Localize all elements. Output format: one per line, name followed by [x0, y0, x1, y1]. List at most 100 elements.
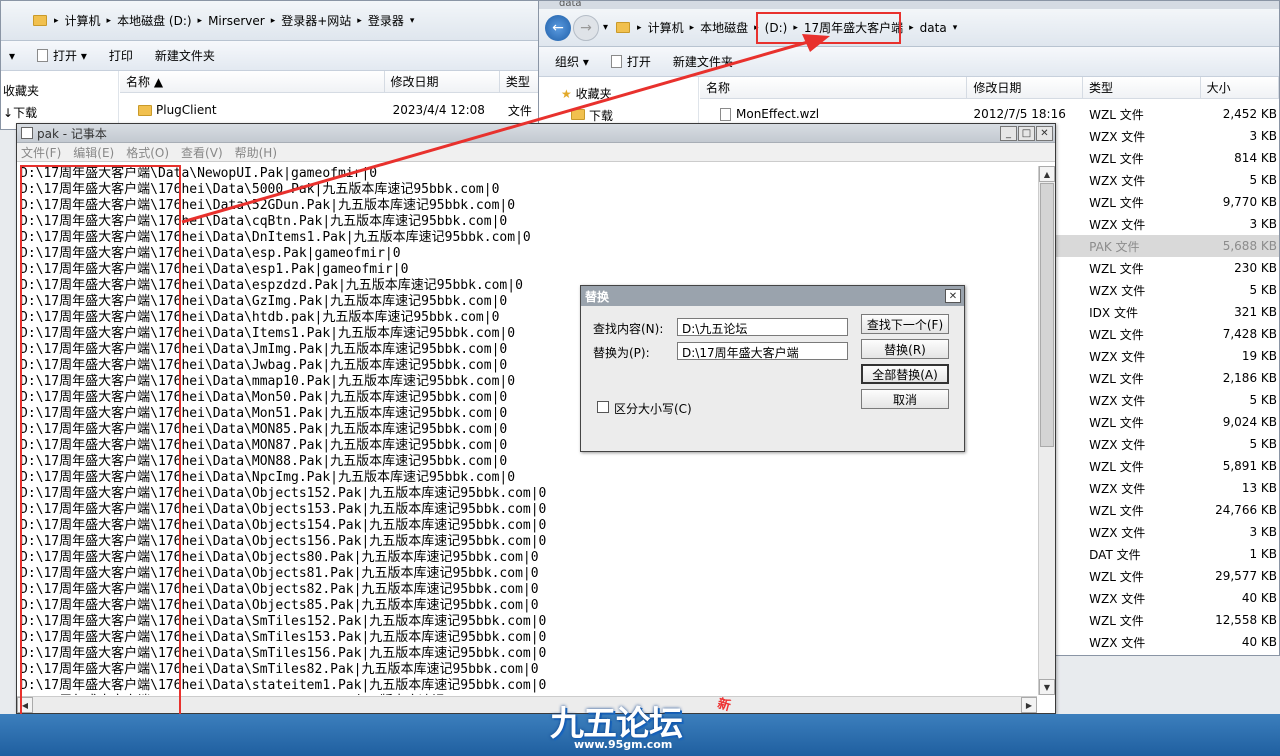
scroll-right-icon[interactable]: ▶	[1021, 697, 1037, 713]
nav-item-favorites[interactable]: 收藏夹	[1, 80, 118, 102]
col-date[interactable]: 修改日期	[967, 77, 1083, 98]
scroll-up-icon[interactable]: ▲	[1039, 166, 1055, 182]
cancel-button[interactable]: 取消	[861, 389, 949, 409]
dropdown-arrow-icon[interactable]: ▾	[9, 49, 15, 63]
file-type: WZX 文件	[1089, 129, 1146, 144]
replace-label: 替换为(P):	[593, 346, 650, 360]
file-size: 2,186 KB	[1222, 371, 1277, 385]
print-button[interactable]: 打印	[109, 47, 133, 64]
breadcrumb-separator-icon[interactable]: ▸	[54, 16, 59, 26]
breadcrumb-separator-icon[interactable]: ▸	[271, 16, 276, 26]
breadcrumb-separator-icon[interactable]: ▸	[357, 16, 362, 26]
find-input[interactable]: D:\九五论坛	[677, 318, 848, 336]
close-button[interactable]: ✕	[1036, 125, 1053, 141]
file-type: IDX 文件	[1089, 305, 1138, 320]
folder-icon	[33, 15, 47, 26]
menu-format[interactable]: 格式(O)	[126, 144, 169, 161]
file-size: 5 KB	[1249, 173, 1277, 187]
scroll-thumb[interactable]	[1040, 183, 1054, 447]
file-type: WZL 文件	[1089, 371, 1144, 386]
file-size: 12,558 KB	[1215, 613, 1277, 627]
breadcrumb-item[interactable]: 本地磁盘	[700, 19, 748, 36]
file-size: 3 KB	[1249, 129, 1277, 143]
file-icon	[37, 49, 49, 62]
maximize-button[interactable]: □	[1018, 125, 1035, 141]
nav-item-downloads[interactable]: ↓下载	[1, 102, 118, 124]
open-button[interactable]: 打开 ▾	[37, 47, 87, 64]
breadcrumb[interactable]: ▸ 计算机 ▸ 本地磁盘 (D:) ▸ Mirserver ▸ 登录器+网站 ▸ 登录器 ▾	[51, 12, 417, 29]
menu-help[interactable]: 帮助(H)	[235, 144, 277, 161]
close-button[interactable]: ✕	[945, 289, 961, 303]
col-name[interactable]: 名称 ▲	[120, 71, 385, 92]
col-name[interactable]: 名称	[700, 77, 968, 98]
file-size: 9,770 KB	[1222, 195, 1277, 209]
breadcrumb-separator-icon[interactable]: ▸	[198, 16, 203, 26]
file-icon	[720, 107, 731, 121]
file-type: WZX 文件	[1089, 437, 1146, 452]
breadcrumb-item[interactable]: 计算机	[648, 19, 684, 36]
menu-view[interactable]: 查看(V)	[181, 144, 223, 161]
forward-button[interactable]: →	[573, 14, 599, 41]
vertical-scrollbar[interactable]: ▲ ▼	[1038, 166, 1055, 695]
breadcrumb-item[interactable]: 计算机	[65, 12, 101, 29]
back-button[interactable]: ←	[545, 14, 571, 41]
breadcrumb-item[interactable]: data	[920, 21, 947, 35]
menu-file[interactable]: 文件(F)	[21, 144, 61, 161]
list-item[interactable]: PlugClient 2023/4/4 12:08 文件	[120, 99, 539, 121]
breadcrumb-item[interactable]: 登录器	[368, 12, 404, 29]
list-item[interactable]: MonEffect.wzl 2012/7/5 18:16 WZL 文件 2,452 K…	[700, 103, 1279, 125]
breadcrumb-dropdown-icon[interactable]: ▾	[953, 23, 958, 33]
breadcrumb-separator-icon[interactable]: ▸	[637, 23, 642, 33]
match-case-label: 区分大小写(C)	[614, 402, 692, 416]
breadcrumb-item[interactable]: 登录器+网站	[281, 12, 351, 29]
minimize-button[interactable]: _	[1000, 125, 1017, 141]
breadcrumb-item[interactable]: 本地磁盘 (D:)	[117, 12, 191, 29]
match-case-checkbox[interactable]	[597, 401, 609, 413]
file-type: WZX 文件	[1089, 591, 1146, 606]
column-header: 名称 修改日期 类型 大小	[700, 77, 1279, 99]
replace-input[interactable]: D:\17周年盛大客户端	[677, 342, 848, 360]
file-size: 5,688 KB	[1222, 239, 1277, 253]
history-dropdown-icon[interactable]: ▾	[603, 22, 608, 33]
nav-item-favorites[interactable]: ★ 收藏夹	[539, 83, 698, 105]
new-folder-button[interactable]: 新建文件夹	[673, 53, 733, 70]
file-type: WZL 文件	[1089, 569, 1144, 584]
replace-dialog: 替换 ✕ 查找内容(N): D:\九五论坛 替换为(P): D:\17周年盛大客…	[580, 285, 965, 452]
file-size: 5,891 KB	[1222, 459, 1277, 473]
breadcrumb-separator-icon[interactable]: ▸	[107, 16, 112, 26]
file-size: 5 KB	[1249, 393, 1277, 407]
notepad-titlebar: pak - 记事本 _ □ ✕	[17, 124, 1055, 143]
menu-edit[interactable]: 编辑(E)	[73, 144, 114, 161]
open-button[interactable]: 打开	[610, 53, 651, 70]
col-type[interactable]: 类型	[500, 71, 539, 92]
find-next-button[interactable]: 查找下一个(F)	[861, 314, 949, 334]
file-size: 29,577 KB	[1215, 569, 1277, 583]
breadcrumb-dropdown-icon[interactable]: ▾	[410, 16, 415, 26]
new-folder-button[interactable]: 新建文件夹	[155, 47, 215, 64]
file-size: 230 KB	[1234, 261, 1277, 275]
replace-button[interactable]: 替换(R)	[861, 339, 949, 359]
col-size[interactable]: 大小	[1201, 77, 1279, 98]
dialog-titlebar: 替换 ✕	[581, 286, 964, 306]
address-bar[interactable]: ← → ▾ ▸ 计算机 ▸ 本地磁盘 ▸ (D:) ▸ 17周年盛大客户端 ▸ data ▾	[539, 9, 1279, 47]
file-type: WZL 文件	[1089, 503, 1144, 518]
file-type: WZX 文件	[1089, 481, 1146, 496]
explorer-window-back: ▸ 计算机 ▸ 本地磁盘 (D:) ▸ Mirserver ▸ 登录器+网站 ▸ 登录器 ▾ ▾ 打…	[0, 0, 540, 130]
breadcrumb-separator-icon[interactable]: ▸	[690, 23, 695, 33]
col-date[interactable]: 修改日期	[385, 71, 500, 92]
file-type: WZX 文件	[1089, 525, 1146, 540]
file-size: 9,024 KB	[1222, 415, 1277, 429]
replace-all-button[interactable]: 全部替换(A)	[861, 364, 949, 384]
address-bar[interactable]: ▸ 计算机 ▸ 本地磁盘 (D:) ▸ Mirserver ▸ 登录器+网站 ▸ 登录器 ▾	[1, 1, 539, 41]
organize-button[interactable]: 组织 ▾	[555, 53, 589, 70]
file-list: PlugClient 2023/4/4 12:08 文件	[120, 99, 539, 121]
file-size: 19 KB	[1241, 349, 1277, 363]
file-size: 814 KB	[1234, 151, 1277, 165]
scroll-down-icon[interactable]: ▼	[1039, 679, 1055, 695]
file-size: 3 KB	[1249, 525, 1277, 539]
breadcrumb-item[interactable]: Mirserver	[208, 14, 265, 28]
col-type[interactable]: 类型	[1083, 77, 1201, 98]
breadcrumb-separator-icon[interactable]: ▸	[909, 23, 914, 33]
file-type: WZX 文件	[1089, 349, 1146, 364]
file-type: WZL 文件	[1089, 151, 1144, 166]
